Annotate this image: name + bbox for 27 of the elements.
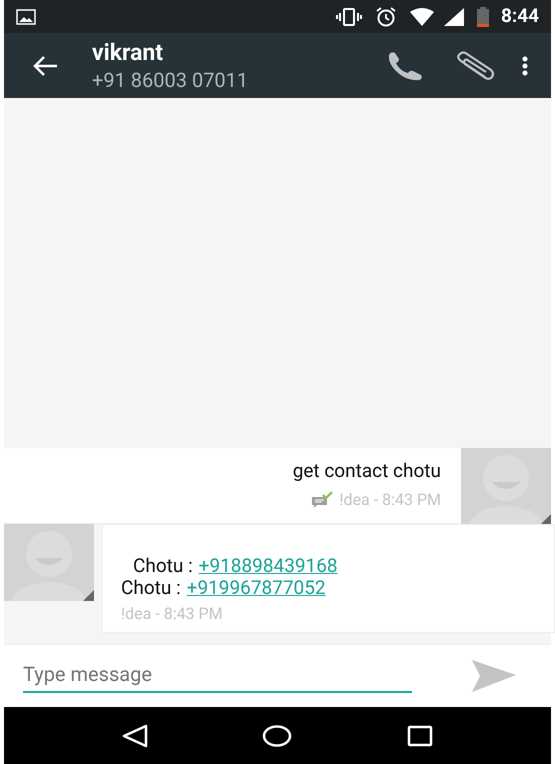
phone-link[interactable]: +919967877052 — [186, 577, 326, 599]
vibrate-icon — [334, 8, 363, 26]
wifi-icon — [408, 8, 435, 26]
message-meta: !dea - 8:43 PM — [339, 488, 441, 510]
contact-name: vikrant — [92, 38, 164, 66]
square-icon — [406, 724, 433, 746]
alarm-icon — [374, 6, 397, 26]
triangle-icon — [122, 724, 148, 748]
contact-label: Chotu : — [121, 577, 181, 599]
clock-time: 8:44 — [500, 3, 539, 30]
phone-link[interactable]: +918898439168 — [198, 555, 338, 577]
message-text: get contact chotu — [292, 458, 441, 484]
back-arrow-icon — [32, 54, 58, 76]
more-icon — [522, 56, 528, 76]
message-meta: !dea - 8:43 PM — [121, 603, 224, 625]
message-field[interactable]: Type message — [23, 659, 412, 693]
avatar-icon — [461, 448, 551, 525]
paperclip-icon — [455, 50, 495, 80]
phone-icon — [386, 50, 424, 80]
avatar-icon — [4, 524, 94, 601]
contact-label: Chotu : — [133, 555, 193, 577]
send-icon — [471, 659, 517, 693]
contact-number: +91 86003 07011 — [92, 66, 250, 92]
battery-icon — [476, 6, 489, 26]
signal-icon — [442, 8, 465, 26]
image-icon — [16, 8, 36, 24]
circle-icon — [262, 724, 292, 746]
